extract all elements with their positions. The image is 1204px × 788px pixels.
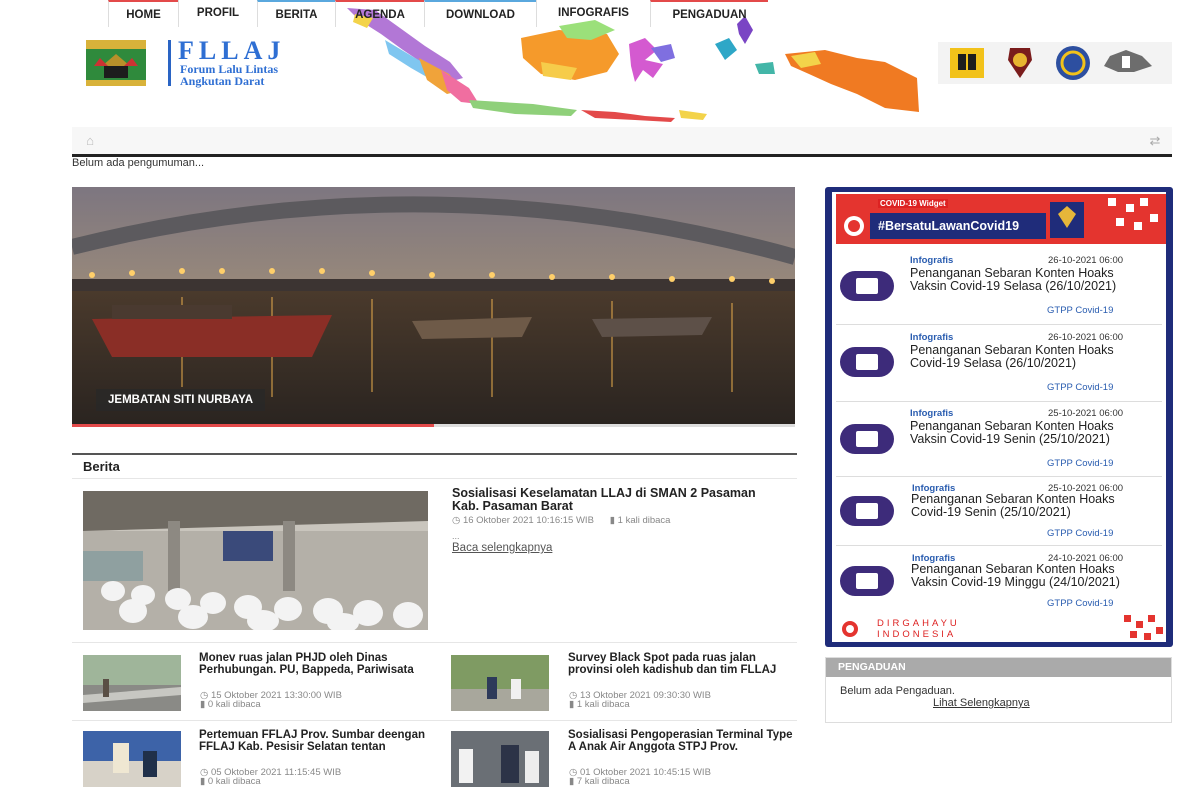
sumbar-logo[interactable]: [80, 38, 152, 88]
news-thumbnail[interactable]: [451, 655, 549, 711]
covid-item-divider: [836, 545, 1162, 546]
hero-caption[interactable]: JEMBATAN SITI NURBAYA: [96, 389, 266, 411]
news-thumbnail[interactable]: [83, 731, 181, 787]
news-thumbnail[interactable]: [83, 655, 181, 711]
covid-item-category: Infografis: [910, 255, 954, 266]
dirgahayu-line-2: INDONESIA: [877, 629, 957, 640]
main-navbar: [72, 127, 1172, 157]
home-icon[interactable]: ⌂: [72, 127, 108, 154]
comment-icon: ▮: [200, 699, 206, 710]
covid-item-title[interactable]: Penanganan Sebaran Konten Hoaks Covid-19…: [911, 493, 1141, 519]
nav-download[interactable]: DOWNLOAD: [424, 0, 536, 27]
brand-subtitle-2: Angkutan Darat: [180, 74, 265, 88]
infografis-icon[interactable]: [840, 424, 894, 454]
covid-item-divider: [836, 401, 1162, 402]
featured-news-reads: 1 kali dibaca: [617, 515, 671, 526]
infografis-icon[interactable]: [840, 566, 894, 596]
featured-news-date: 16 Oktober 2021 10:16:15 WIB: [462, 515, 594, 526]
berita-section-title: Berita: [83, 459, 120, 474]
dirgahayu-line-1: DIRGAHAYU: [877, 618, 960, 629]
covid-item-category: Infografis: [910, 408, 954, 419]
pupr-logo-icon: [950, 48, 984, 78]
covid-banner-label: COVID-19 Widget: [878, 199, 948, 208]
covid-item-title[interactable]: Penanganan Sebaran Konten Hoaks Vaksin C…: [910, 420, 1140, 446]
news-title[interactable]: Survey Black Spot pada ruas jalan provin…: [568, 652, 803, 676]
nav-agenda[interactable]: AGENDA: [335, 0, 424, 27]
partner-logos: [938, 42, 1172, 84]
news-reads-text: 0 kali dibaca: [207, 776, 261, 787]
berita-top-border: [72, 453, 797, 455]
covid-item-date: 25-10-2021 06:00: [1048, 408, 1124, 419]
brand-divider: [168, 40, 171, 86]
news-title[interactable]: Sosialisasi Pengoperasian Terminal Type …: [568, 729, 803, 753]
shuffle-icon[interactable]: ⇄: [1140, 127, 1170, 154]
covid-item-source: GTPP Covid-19: [1047, 382, 1114, 393]
news-thumbnail[interactable]: [451, 731, 549, 787]
covid-item-source: GTPP Covid-19: [1047, 528, 1114, 539]
news-reads-text: 0 kali dibaca: [207, 699, 261, 710]
pengaduan-text: Belum ada Pengaduan.: [840, 685, 955, 697]
nav-home[interactable]: HOME: [108, 0, 178, 27]
pengaduan-title: PENGADUAN: [826, 658, 1171, 677]
covid-item-divider: [836, 476, 1162, 477]
covid-item-date: 26-10-2021 06:00: [1048, 255, 1124, 266]
dirgahayu-text: DIRGAHAYU INDONESIA: [877, 618, 960, 640]
nav-profil[interactable]: PROFIL: [178, 0, 257, 27]
covid-item-title[interactable]: Penanganan Sebaran Konten Hoaks Covid-19…: [910, 344, 1140, 370]
covid-hashtag: #BersatuLawanCovid19: [870, 213, 1046, 239]
comment-icon: ▮: [609, 515, 615, 526]
news-reads: ▮ 0 kali dibaca: [200, 776, 261, 787]
pengaduan-more-link[interactable]: Lihat Selengkapnya: [933, 697, 1030, 709]
featured-news-meta: ◷ 16 Oktober 2021 10:16:15 WIB ▮ 1 kali …: [452, 515, 670, 526]
news-grid-divider: [72, 720, 797, 721]
covid-item-divider: [836, 324, 1162, 325]
comment-icon: ▮: [569, 699, 575, 710]
news-title[interactable]: Monev ruas jalan PHJD oleh Dinas Perhubu…: [199, 652, 434, 676]
berita-divider: [72, 478, 797, 479]
infografis-icon[interactable]: [840, 496, 894, 526]
news-reads-text: 7 kali dibaca: [576, 776, 630, 787]
covid-item-category: Infografis: [910, 332, 954, 343]
news-reads-text: 1 kali dibaca: [576, 699, 630, 710]
nav-berita[interactable]: BERITA: [257, 0, 335, 27]
brand-title[interactable]: FLLAJ: [178, 38, 285, 64]
news-reads: ▮ 0 kali dibaca: [200, 699, 261, 710]
nav-infografis[interactable]: INFOGRAFIS: [536, 0, 650, 27]
comment-icon: ▮: [200, 776, 206, 787]
news-reads: ▮ 7 kali dibaca: [569, 776, 630, 787]
clock-icon: ◷: [452, 515, 461, 526]
covid-item-title[interactable]: Penanganan Sebaran Konten Hoaks Vaksin C…: [911, 563, 1141, 589]
featured-news-excerpt: ...: [452, 531, 460, 541]
hero-progress-fill: [72, 424, 434, 427]
announcement-ticker: Belum ada pengumuman...: [72, 157, 205, 169]
read-more-link[interactable]: Baca selengkapnya: [452, 542, 552, 554]
comment-icon: ▮: [569, 776, 575, 787]
featured-news-image[interactable]: [83, 491, 428, 630]
covid-item-date: 26-10-2021 06:00: [1048, 332, 1124, 343]
featured-news-title[interactable]: Sosialisasi Keselamatan LLAJ di SMAN 2 P…: [452, 487, 782, 513]
news-grid-divider: [72, 642, 797, 643]
covid-item-source: GTPP Covid-19: [1047, 305, 1114, 316]
covid-item-title[interactable]: Penanganan Sebaran Konten Hoaks Vaksin C…: [910, 267, 1140, 293]
covid-item-source: GTPP Covid-19: [1047, 598, 1114, 609]
news-title[interactable]: Pertemuan FFLAJ Prov. Sumbar deengan FFL…: [199, 729, 434, 753]
nav-pengaduan[interactable]: PENGADUAN: [650, 0, 768, 27]
news-reads: ▮ 1 kali dibaca: [569, 699, 630, 710]
infografis-icon[interactable]: [840, 271, 894, 301]
infografis-icon[interactable]: [840, 347, 894, 377]
covid-item-source: GTPP Covid-19: [1047, 458, 1114, 469]
